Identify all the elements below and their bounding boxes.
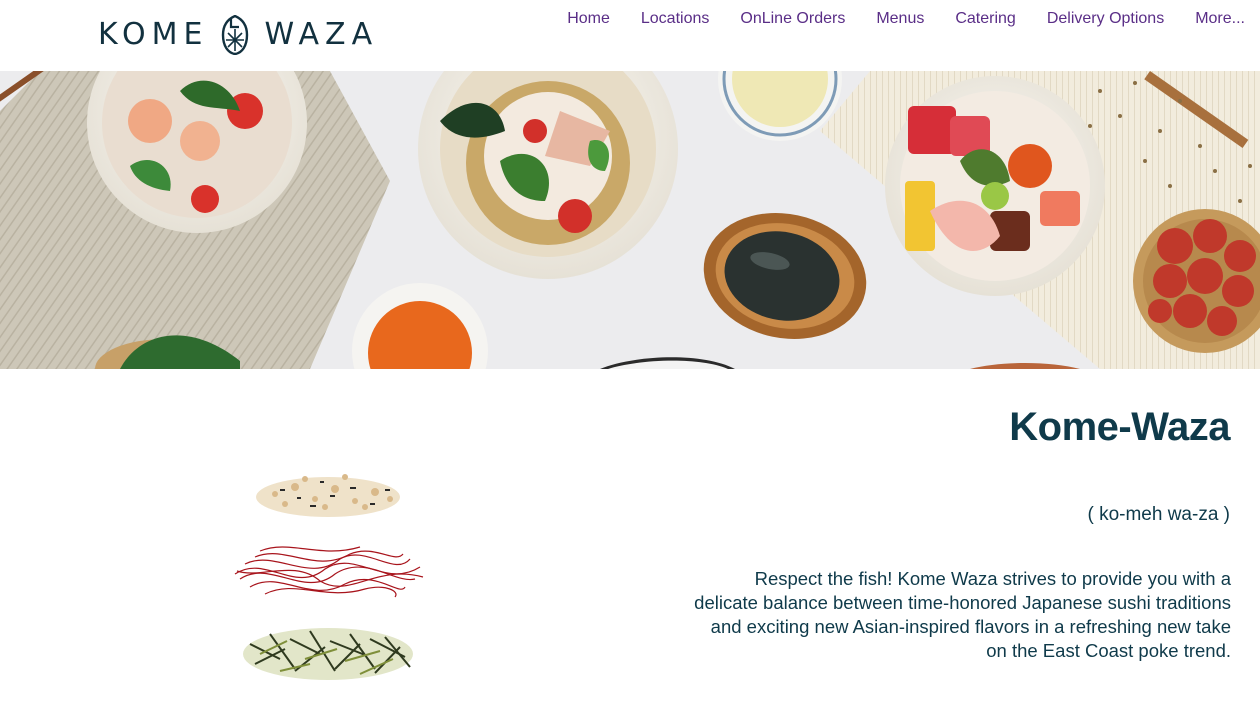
nav-item-locations[interactable]: Locations bbox=[625, 9, 725, 29]
nav-item-home[interactable]: Home bbox=[551, 9, 625, 29]
rice-grain-logo-icon bbox=[222, 15, 249, 55]
nav-item-menus[interactable]: Menus bbox=[860, 9, 939, 29]
intro-section: Kome-Waza ( ko-meh wa-za ) Respect the f… bbox=[0, 369, 1260, 718]
sesame-flakes-pile bbox=[256, 474, 400, 517]
nav-item-delivery-options[interactable]: Delivery Options bbox=[1031, 9, 1179, 29]
logo-word-left: KOME bbox=[98, 17, 209, 52]
hero-banner-image bbox=[0, 71, 1260, 369]
nav-item-more[interactable]: More... bbox=[1179, 9, 1260, 29]
garnish-illustration bbox=[234, 474, 424, 680]
chili-threads-pile bbox=[234, 546, 424, 598]
description-text: Respect the fish! Kome Waza strives to p… bbox=[694, 568, 1231, 661]
logo-word-right: WAZA bbox=[264, 17, 379, 52]
nav-item-online-orders[interactable]: OnLine Orders bbox=[724, 9, 860, 29]
pronunciation-text: ( ko-meh wa-za ) bbox=[1087, 504, 1230, 525]
kome-waza-logo[interactable]: KOME WAZA bbox=[98, 14, 378, 56]
site-header: KOME WAZA Home Locations OnLine Orders M… bbox=[0, 0, 1260, 71]
page-title: Kome-Waza bbox=[1009, 405, 1230, 449]
nav-item-catering[interactable]: Catering bbox=[939, 9, 1030, 29]
nori-strips-pile bbox=[243, 628, 413, 680]
main-navigation: Home Locations OnLine Orders Menus Cater… bbox=[551, 9, 1260, 29]
food-spread-illustration bbox=[0, 71, 1260, 369]
